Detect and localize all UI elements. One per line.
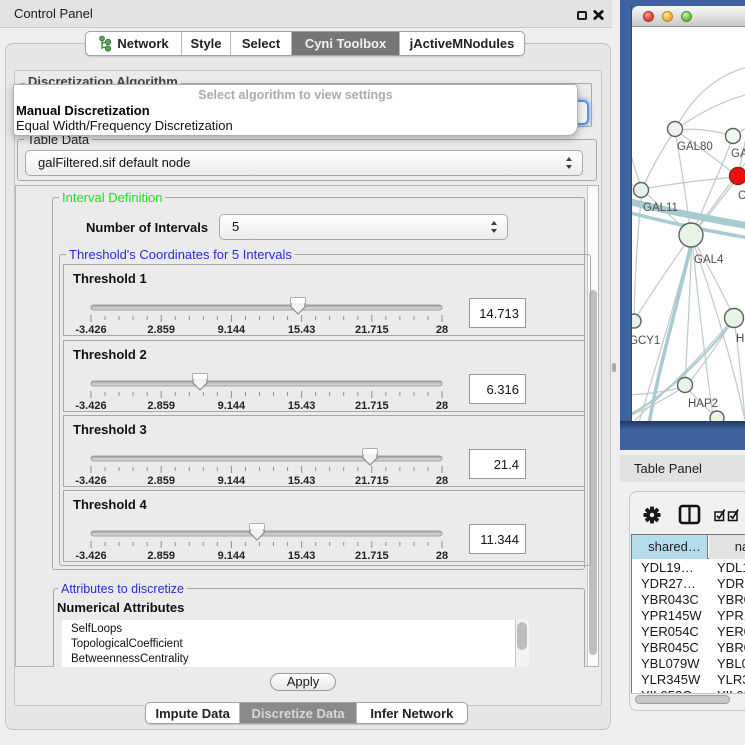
- svg-text:21.715: 21.715: [355, 324, 389, 336]
- svg-text:21.715: 21.715: [355, 550, 389, 562]
- svg-text:9.144: 9.144: [218, 324, 246, 336]
- svg-text:C: C: [738, 190, 745, 202]
- svg-text:15.43: 15.43: [288, 324, 316, 336]
- svg-text:-3.426: -3.426: [75, 324, 106, 336]
- svg-text:15.43: 15.43: [288, 475, 316, 487]
- svg-text:21.715: 21.715: [355, 400, 389, 412]
- svg-text:28: 28: [436, 475, 448, 487]
- svg-text:15.43: 15.43: [288, 400, 316, 412]
- svg-text:9.144: 9.144: [218, 550, 246, 562]
- svg-text:2.859: 2.859: [147, 475, 175, 487]
- svg-text:GAL1: GAL1: [731, 148, 745, 160]
- svg-text:28: 28: [436, 400, 448, 412]
- svg-text:9.144: 9.144: [218, 400, 246, 412]
- svg-text:2.859: 2.859: [147, 324, 175, 336]
- svg-text:28: 28: [436, 550, 448, 562]
- svg-text:15.43: 15.43: [288, 550, 316, 562]
- svg-text:-3.426: -3.426: [75, 400, 106, 412]
- svg-text:-3.426: -3.426: [75, 475, 106, 487]
- svg-text:-3.426: -3.426: [75, 550, 106, 562]
- svg-text:GAL80: GAL80: [677, 141, 713, 153]
- svg-text:GCY1: GCY1: [632, 335, 660, 347]
- svg-text:HI: HI: [736, 333, 745, 345]
- svg-text:HAP2: HAP2: [688, 398, 718, 410]
- svg-text:2.859: 2.859: [147, 550, 175, 562]
- svg-text:GAL4: GAL4: [694, 254, 724, 266]
- svg-text:28: 28: [436, 324, 448, 336]
- svg-text:9.144: 9.144: [218, 475, 246, 487]
- svg-text:2.859: 2.859: [147, 400, 175, 412]
- svg-text:21.715: 21.715: [355, 475, 389, 487]
- svg-text:GAL11: GAL11: [643, 202, 678, 214]
